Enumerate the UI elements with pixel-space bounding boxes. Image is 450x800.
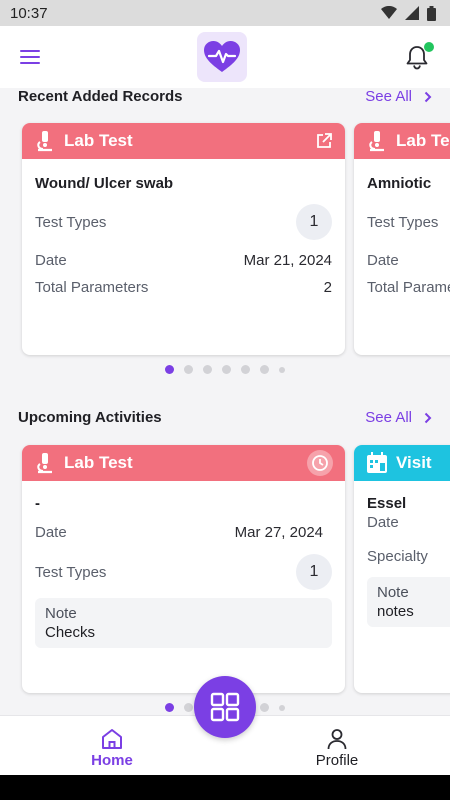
note-label: Note (45, 605, 77, 622)
pager-dot[interactable] (184, 365, 193, 374)
nav-profile-label: Profile (315, 752, 359, 769)
upcoming-activities-header: Upcoming Activities See All (18, 409, 432, 426)
parameters-row: Total Parameters 2 (35, 279, 332, 296)
parameters-row: Total Parameters (367, 279, 450, 296)
battery-icon (427, 5, 436, 21)
recent-pager-dots (0, 365, 450, 374)
activity-title: Essel (367, 495, 407, 512)
pager-dot[interactable] (184, 703, 193, 712)
recent-record-card[interactable]: Lab Test Amniotic Test Types Date Total … (354, 123, 450, 355)
external-link-icon[interactable] (315, 132, 333, 150)
pager-dot[interactable] (260, 365, 269, 374)
pager-dot[interactable] (279, 704, 285, 711)
card-type-label: Lab Test (64, 131, 133, 150)
status-bar: 10:37 (0, 0, 450, 26)
pager-dot[interactable] (203, 365, 212, 374)
upcoming-activity-card[interactable]: Visit Essel Date Specialty Note notes (354, 445, 450, 693)
card-type-label: Visit (396, 453, 432, 472)
nav-profile[interactable]: Profile (287, 728, 387, 769)
pager-dot[interactable] (260, 703, 269, 712)
home-icon (102, 729, 122, 749)
date-row: Date (367, 252, 450, 269)
microscope-icon (37, 131, 52, 152)
grid-icon (210, 692, 240, 722)
see-all-button[interactable]: See All (365, 88, 432, 105)
note-box: Note Checks (35, 598, 332, 648)
recent-record-card[interactable]: Lab Test Wound/ Ulcer swab Test Types 1 … (22, 123, 345, 355)
nav-home-label: Home (91, 752, 133, 769)
home-content[interactable]: Recent Added Records See All Lab Test Wo… (0, 88, 450, 715)
heart-pulse-icon (204, 41, 240, 72)
chevron-right-icon (424, 91, 432, 102)
reschedule-button[interactable] (307, 450, 333, 476)
hamburger-menu-icon[interactable] (18, 48, 42, 66)
date-row: Date (367, 514, 450, 531)
test-types-row: Test Types 1 (35, 204, 332, 240)
signal-icon (405, 6, 419, 20)
notification-badge (424, 42, 434, 52)
test-types-count: 1 (296, 204, 332, 240)
card-header: Lab Test (354, 123, 450, 159)
section-title: Upcoming Activities (18, 409, 162, 426)
date-row: Date Mar 21, 2024 (35, 252, 332, 269)
note-value: Checks (45, 624, 96, 641)
see-all-label: See All (365, 409, 412, 426)
parameters-label: Total Parameters (367, 279, 450, 296)
card-type-label: Lab Test (64, 453, 133, 472)
grid-menu-fab[interactable] (194, 676, 256, 738)
app-logo (197, 32, 247, 82)
specialty-row: Specialty (367, 548, 450, 565)
test-types-row: Test Types (367, 204, 450, 240)
date-value: Mar 21, 2024 (243, 252, 332, 269)
pager-dot[interactable] (222, 365, 231, 374)
date-value: Mar 27, 2024 (234, 524, 323, 541)
pager-dot[interactable] (165, 703, 174, 712)
date-row: Date Mar 27, 2024 (35, 524, 332, 541)
pager-dot[interactable] (279, 366, 285, 373)
see-all-label: See All (365, 88, 412, 105)
activity-title: - (35, 495, 40, 512)
recent-records-header: Recent Added Records See All (18, 88, 432, 105)
note-box: Note notes (367, 577, 450, 627)
note-value: notes (377, 603, 414, 620)
notifications-button[interactable] (402, 42, 434, 72)
status-time: 10:37 (10, 4, 48, 22)
date-label: Date (35, 524, 67, 541)
date-label: Date (367, 252, 399, 269)
pager-dot[interactable] (241, 365, 250, 374)
nav-home[interactable]: Home (62, 728, 162, 769)
card-header: Lab Test (22, 123, 345, 159)
calendar-building-icon (367, 452, 387, 473)
microscope-icon (369, 131, 384, 152)
test-types-row: Test Types 1 (35, 554, 332, 590)
microscope-icon (37, 453, 52, 474)
parameters-value: 2 (323, 279, 332, 296)
status-icons (381, 5, 436, 21)
specialty-label: Specialty (367, 548, 428, 565)
wifi-icon (381, 6, 397, 19)
note-label: Note (377, 584, 409, 601)
pager-dot[interactable] (165, 365, 174, 374)
test-types-label: Test Types (367, 213, 439, 231)
app-bar (0, 26, 450, 88)
test-types-label: Test Types (35, 213, 107, 231)
test-types-count: 1 (296, 554, 332, 590)
see-all-button[interactable]: See All (365, 409, 432, 426)
record-title: Amniotic (367, 175, 432, 192)
card-header: Visit (354, 445, 450, 481)
system-navigation-bar (0, 775, 450, 800)
card-type-label: Lab Test (396, 131, 450, 150)
date-label: Date (35, 252, 67, 269)
upcoming-activity-card[interactable]: Lab Test - Date Mar 27, 2024 Test Types … (22, 445, 345, 693)
parameters-label: Total Parameters (35, 279, 149, 296)
section-title: Recent Added Records (18, 88, 183, 105)
record-title: Wound/ Ulcer swab (35, 175, 174, 192)
card-header: Lab Test (22, 445, 345, 481)
chevron-right-icon (424, 412, 432, 423)
date-label: Date (367, 514, 399, 531)
profile-icon (327, 729, 347, 750)
test-types-label: Test Types (35, 563, 107, 581)
history-clock-icon (312, 455, 328, 471)
